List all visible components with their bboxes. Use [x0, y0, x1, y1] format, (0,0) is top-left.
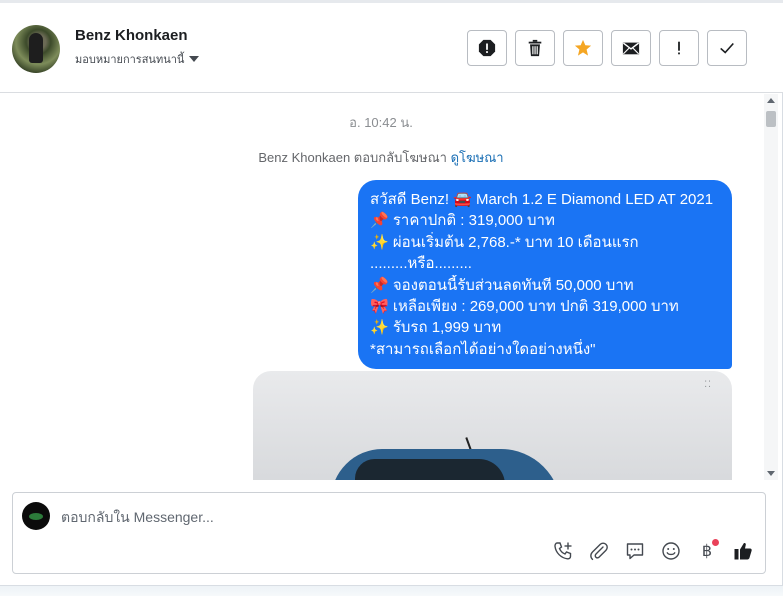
reply-composer: ฿	[12, 492, 766, 574]
assign-label: มอบหมายการสนทนานี้	[75, 54, 185, 66]
message-line: .........หรือ.........	[370, 255, 472, 273]
message-timestamp: อ. 10:42 น.	[349, 115, 413, 130]
ad-reply-notice: Benz Khonkaen ตอบกลับโฆษณา ดูโฆษณา	[0, 147, 762, 168]
check-icon	[720, 42, 734, 54]
message-thread[interactable]: อ. 10:42 น. Benz Khonkaen ตอบกลับโฆษณา ด…	[0, 94, 762, 480]
mark-done-button[interactable]	[707, 30, 747, 66]
payment-button[interactable]: ฿	[695, 539, 719, 563]
mail-icon	[622, 42, 640, 55]
baht-icon: ฿	[701, 543, 713, 560]
paperclip-icon	[590, 542, 608, 561]
message-line: ✨ ผ่อนเริ่มต้น 2,768.-* บาท 10 เดือนแรก	[370, 233, 639, 251]
thumbs-up-icon	[734, 542, 752, 560]
follow-up-button[interactable]	[659, 30, 699, 66]
message-line: 🎀 เหลือเพียง : 269,000 บาท ปกติ 319,000 …	[370, 298, 679, 316]
trash-icon	[528, 39, 542, 57]
message-line: สวัสดี Benz! 🚘 March 1.2 E Diamond LED A…	[370, 191, 714, 208]
follow-up-icon	[678, 41, 680, 55]
attach-button[interactable]	[587, 539, 611, 563]
header-actions	[467, 30, 747, 66]
thread-scrollbar[interactable]	[764, 94, 778, 480]
view-ad-link[interactable]: ดูโฆษณา	[451, 150, 504, 165]
assign-conversation-dropdown[interactable]: มอบหมายการสนทนานี้	[75, 50, 200, 68]
caret-down-icon	[189, 56, 200, 62]
mark-spam-button[interactable]	[467, 30, 507, 66]
message-bubble[interactable]: สวัสดี Benz! 🚘 March 1.2 E Diamond LED A…	[358, 180, 732, 370]
emoji-button[interactable]	[659, 539, 683, 563]
conversation-header: Benz Khonkaen มอบหมายการสนทนานี้	[0, 3, 783, 93]
star-button[interactable]	[563, 30, 603, 66]
message-line: *สามารถเลือกได้อย่างใดอย่างหนึ่ง"	[370, 340, 596, 358]
inbox-conversation-panel: Benz Khonkaen มอบหมายการสนทนานี้ อ. 10:4…	[0, 0, 783, 586]
contact-avatar[interactable]	[12, 25, 60, 73]
star-icon	[574, 39, 592, 56]
car-photo-attachment[interactable]: ⁚⁚	[253, 371, 732, 480]
message-line: ✨ รับรถ 1,999 บาท	[370, 319, 502, 337]
reply-input[interactable]	[61, 505, 661, 529]
message-line: 📌 ราคาปกติ : 319,000 บาท	[370, 212, 555, 230]
phone-add-icon	[554, 542, 572, 560]
expand-icon[interactable]: ⁚⁚	[704, 379, 712, 390]
page-footer-background	[0, 587, 783, 596]
saved-replies-button[interactable]	[623, 539, 647, 563]
scroll-up-arrow[interactable]	[767, 98, 775, 103]
contact-name[interactable]: Benz Khonkaen	[75, 27, 188, 44]
spam-icon	[478, 39, 496, 57]
notification-dot	[712, 539, 719, 546]
car-image	[331, 449, 561, 480]
delete-button[interactable]	[515, 30, 555, 66]
ad-reply-text: Benz Khonkaen ตอบกลับโฆษณา	[258, 150, 447, 165]
message-line: 📌 จองตอนนี้รับส่วนลดทันที 50,000 บาท	[370, 276, 634, 294]
scroll-thumb[interactable]	[766, 111, 776, 127]
smiley-icon	[662, 542, 680, 560]
scroll-down-arrow[interactable]	[767, 471, 775, 476]
mark-unread-button[interactable]	[611, 30, 651, 66]
page-avatar	[22, 502, 50, 530]
call-button[interactable]	[551, 539, 575, 563]
chat-bubble-icon	[626, 543, 644, 560]
composer-toolbar: ฿	[551, 539, 755, 563]
like-button[interactable]	[731, 539, 755, 563]
